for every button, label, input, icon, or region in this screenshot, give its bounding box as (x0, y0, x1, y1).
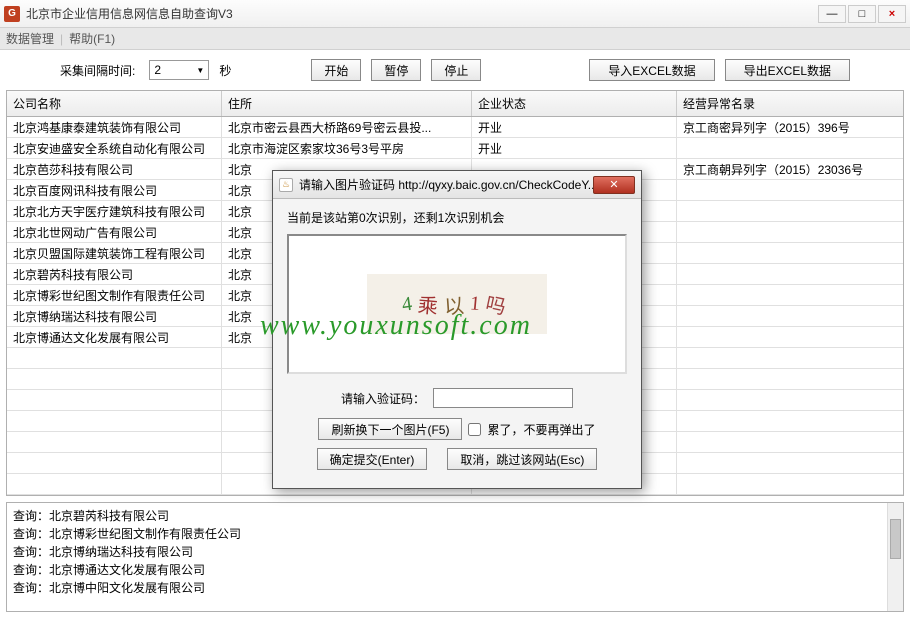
log-panel: 查询：北京碧芮科技有限公司查询：北京博彩世纪图文制作有限责任公司查询：北京博纳瑞… (6, 502, 904, 612)
app-icon: G (4, 6, 20, 22)
grid-header: 公司名称 住所 企业状态 经营异常名录 (7, 91, 903, 117)
table-cell (677, 453, 902, 473)
table-cell: 北京芭莎科技有限公司 (7, 159, 222, 179)
table-cell: 北京安迪盛安全系统自动化有限公司 (7, 138, 222, 158)
table-cell (677, 369, 902, 389)
submit-button[interactable]: 确定提交(Enter) (317, 448, 428, 470)
table-cell: 北京百度网讯科技有限公司 (7, 180, 222, 200)
maximize-button[interactable]: □ (848, 5, 876, 23)
minimize-button[interactable]: — (818, 5, 846, 23)
menu-data-manage[interactable]: 数据管理 (6, 30, 54, 47)
table-cell (7, 474, 222, 494)
column-abnormal[interactable]: 经营异常名录 (677, 91, 902, 116)
table-cell (7, 453, 222, 473)
close-button[interactable]: × (878, 5, 906, 23)
captcha-image-box: 4乘以1吗 (287, 234, 627, 374)
table-cell (7, 369, 222, 389)
table-cell (677, 285, 902, 305)
table-cell (677, 432, 902, 452)
table-cell (7, 432, 222, 452)
export-excel-button[interactable]: 导出EXCEL数据 (725, 59, 850, 81)
cancel-button[interactable]: 取消，跳过该网站(Esc) (447, 448, 597, 470)
table-cell (677, 222, 902, 242)
dialog-titlebar[interactable]: ♨ 请输入图片验证码 http://qyxy.baic.gov.cn/Check… (273, 171, 641, 199)
tired-label: 累了，不要再弹出了 (487, 421, 595, 438)
table-cell (7, 390, 222, 410)
table-cell: 北京市密云县西大桥路69号密云县投... (222, 117, 472, 137)
column-status[interactable]: 企业状态 (472, 91, 677, 116)
table-cell (677, 138, 902, 158)
table-cell: 北京博通达文化发展有限公司 (7, 327, 222, 347)
captcha-input[interactable] (433, 388, 573, 408)
table-cell (677, 306, 902, 326)
table-cell (677, 201, 902, 221)
table-cell (677, 243, 902, 263)
table-cell: 京工商密异列字（2015）396号 (677, 117, 902, 137)
log-line: 查询：北京博通达文化发展有限公司 (13, 561, 897, 579)
table-cell: 北京碧芮科技有限公司 (7, 264, 222, 284)
column-company[interactable]: 公司名称 (7, 91, 222, 116)
log-line: 查询：北京碧芮科技有限公司 (13, 507, 897, 525)
table-cell (677, 411, 902, 431)
table-cell: 开业 (472, 117, 677, 137)
column-address[interactable]: 住所 (222, 91, 472, 116)
log-line: 查询：北京博彩世纪图文制作有限责任公司 (13, 525, 897, 543)
table-cell: 北京市海淀区索家坟36号3号平房 (222, 138, 472, 158)
import-excel-button[interactable]: 导入EXCEL数据 (589, 59, 714, 81)
dialog-title: 请输入图片验证码 http://qyxy.baic.gov.cn/CheckCo… (299, 176, 593, 193)
captcha-dialog: ♨ 请输入图片验证码 http://qyxy.baic.gov.cn/Check… (272, 170, 642, 489)
interval-unit: 秒 (219, 62, 231, 79)
toolbar: 采集间隔时间: 2 ▼ 秒 开始 暂停 停止 导入EXCEL数据 导出EXCEL… (0, 50, 910, 90)
table-cell: 北京博彩世纪图文制作有限责任公司 (7, 285, 222, 305)
pause-button[interactable]: 暂停 (371, 59, 421, 81)
stop-button[interactable]: 停止 (431, 59, 481, 81)
table-cell (7, 411, 222, 431)
table-cell: 北京鸿基康泰建筑装饰有限公司 (7, 117, 222, 137)
table-cell (677, 390, 902, 410)
dialog-info: 当前是该站第0次识别，还剩1次识别机会 (287, 209, 627, 226)
table-cell: 开业 (472, 138, 677, 158)
table-cell (677, 474, 902, 494)
log-line: 查询：北京博中阳文化发展有限公司 (13, 579, 897, 597)
interval-label: 采集间隔时间: (60, 62, 135, 79)
log-line: 查询：北京博纳瑞达科技有限公司 (13, 543, 897, 561)
captcha-image: 4乘以1吗 (367, 274, 547, 334)
java-icon: ♨ (279, 178, 293, 192)
interval-combo[interactable]: 2 ▼ (149, 60, 209, 80)
window-title: 北京市企业信用信息网信息自助查询V3 (26, 5, 818, 22)
table-cell: 京工商朝异列字（2015）23036号 (677, 159, 902, 179)
tired-checkbox[interactable] (468, 423, 481, 436)
menu-help[interactable]: 帮助(F1) (69, 30, 115, 47)
menu-separator: | (60, 32, 63, 46)
table-cell: 北京北方天宇医疗建筑科技有限公司 (7, 201, 222, 221)
start-button[interactable]: 开始 (311, 59, 361, 81)
menu-bar: 数据管理 | 帮助(F1) (0, 28, 910, 50)
table-cell (677, 348, 902, 368)
table-cell (677, 327, 902, 347)
table-row[interactable]: 北京鸿基康泰建筑装饰有限公司北京市密云县西大桥路69号密云县投...开业京工商密… (7, 117, 903, 138)
table-cell (7, 348, 222, 368)
dialog-close-button[interactable]: ✕ (593, 176, 635, 194)
table-cell (677, 180, 902, 200)
interval-value: 2 (154, 63, 161, 77)
captcha-input-label: 请输入验证码： (341, 390, 425, 407)
table-cell: 北京北世网动广告有限公司 (7, 222, 222, 242)
refresh-captcha-button[interactable]: 刷新换下一个图片(F5) (318, 418, 462, 440)
chevron-down-icon: ▼ (196, 66, 204, 75)
table-cell: 北京贝盟国际建筑装饰工程有限公司 (7, 243, 222, 263)
table-cell (677, 264, 902, 284)
table-cell: 北京博纳瑞达科技有限公司 (7, 306, 222, 326)
table-row[interactable]: 北京安迪盛安全系统自动化有限公司北京市海淀区索家坟36号3号平房开业 (7, 138, 903, 159)
window-titlebar: G 北京市企业信用信息网信息自助查询V3 — □ × (0, 0, 910, 28)
log-scrollbar[interactable] (887, 503, 903, 611)
